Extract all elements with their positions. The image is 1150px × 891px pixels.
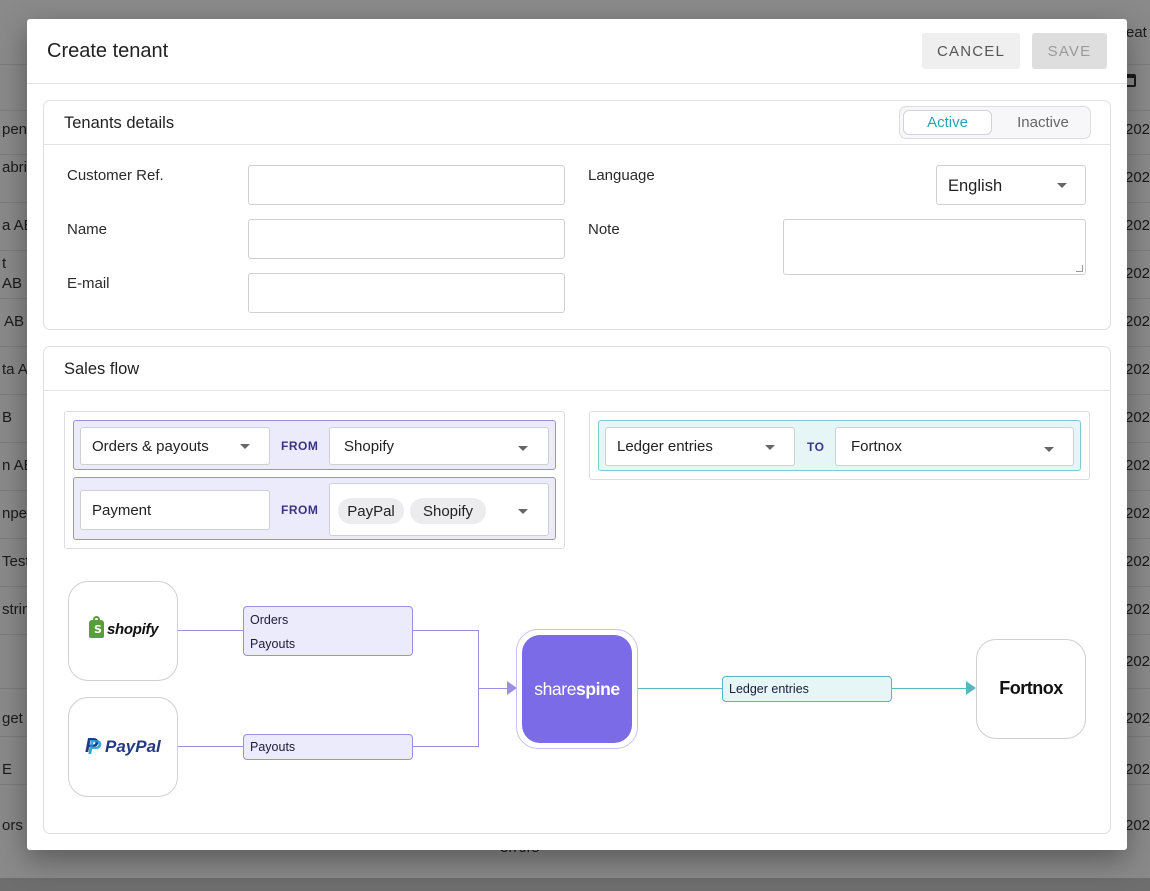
name-input[interactable] bbox=[248, 219, 565, 259]
paypal-node: P P PayPal bbox=[68, 697, 178, 797]
ledger-entries-text: Ledger entries bbox=[729, 682, 809, 696]
arrow-right-icon bbox=[966, 681, 976, 695]
ledger-entries-tag: Ledger entries bbox=[722, 676, 892, 702]
tenant-details-title: Tenants details bbox=[64, 114, 175, 132]
save-button[interactable]: SAVE bbox=[1032, 33, 1107, 69]
dialog-title: Create tenant bbox=[47, 40, 169, 62]
paypal-payouts-tag: Payouts bbox=[243, 734, 413, 760]
customer-ref-label: Customer Ref. bbox=[67, 167, 164, 184]
create-tenant-dialog: Create tenant CANCEL SAVE Tenants detail… bbox=[27, 19, 1127, 850]
email-input[interactable] bbox=[248, 273, 565, 313]
resize-handle-icon[interactable] bbox=[1076, 265, 1083, 272]
fortnox-node: Fortnox bbox=[976, 639, 1086, 739]
chevron-down-icon bbox=[1057, 183, 1067, 188]
sales-flow-card: Sales flow Orders & payouts FROM Shopify… bbox=[43, 346, 1111, 834]
shopify-logo: S shopify bbox=[89, 616, 159, 638]
orders-tag-text: Orders bbox=[250, 613, 289, 627]
paypal-logo: P P PayPal bbox=[85, 734, 161, 759]
language-select[interactable]: English bbox=[936, 165, 1086, 205]
flow-diagram: S shopify P P PayPal Orders Payouts Payo… bbox=[44, 347, 1112, 835]
sharespine-hub: share spine bbox=[516, 629, 638, 749]
shopify-node: S shopify bbox=[68, 581, 178, 681]
connector-line bbox=[479, 688, 509, 689]
paypal-logo-text: PayPal bbox=[105, 737, 161, 756]
language-value: English bbox=[948, 177, 1003, 195]
paypal-p-icon: P P bbox=[85, 734, 102, 759]
dialog-header: Create tenant CANCEL SAVE bbox=[27, 19, 1127, 84]
language-label: Language bbox=[588, 167, 655, 184]
status-toggle: Active Inactive bbox=[899, 106, 1091, 139]
shopify-bag-icon: S bbox=[89, 616, 104, 638]
sharespine-logo-light: share bbox=[534, 678, 577, 699]
note-label: Note bbox=[588, 221, 620, 238]
tenant-details-card: Tenants details Active Inactive Customer… bbox=[43, 100, 1111, 330]
background-scrollbar bbox=[0, 878, 1150, 891]
tenant-details-header: Tenants details Active Inactive bbox=[44, 101, 1110, 145]
status-active-option[interactable]: Active bbox=[903, 110, 992, 135]
name-label: Name bbox=[67, 221, 108, 238]
fortnox-logo: Fortnox bbox=[999, 678, 1063, 698]
orders-payouts-tag: Orders Payouts bbox=[243, 606, 413, 656]
status-inactive-option[interactable]: Inactive bbox=[998, 110, 1088, 135]
email-label: E-mail bbox=[67, 275, 110, 292]
cancel-button[interactable]: CANCEL bbox=[922, 33, 1020, 69]
customer-ref-input[interactable] bbox=[248, 165, 565, 205]
sharespine-logo: share spine bbox=[522, 635, 632, 743]
payouts-tag-text: Payouts bbox=[250, 637, 296, 651]
note-textarea[interactable] bbox=[783, 219, 1086, 275]
paypal-payouts-text: Payouts bbox=[250, 740, 296, 754]
sharespine-logo-bold: spine bbox=[576, 678, 620, 699]
shopify-logo-text: shopify bbox=[107, 620, 159, 638]
